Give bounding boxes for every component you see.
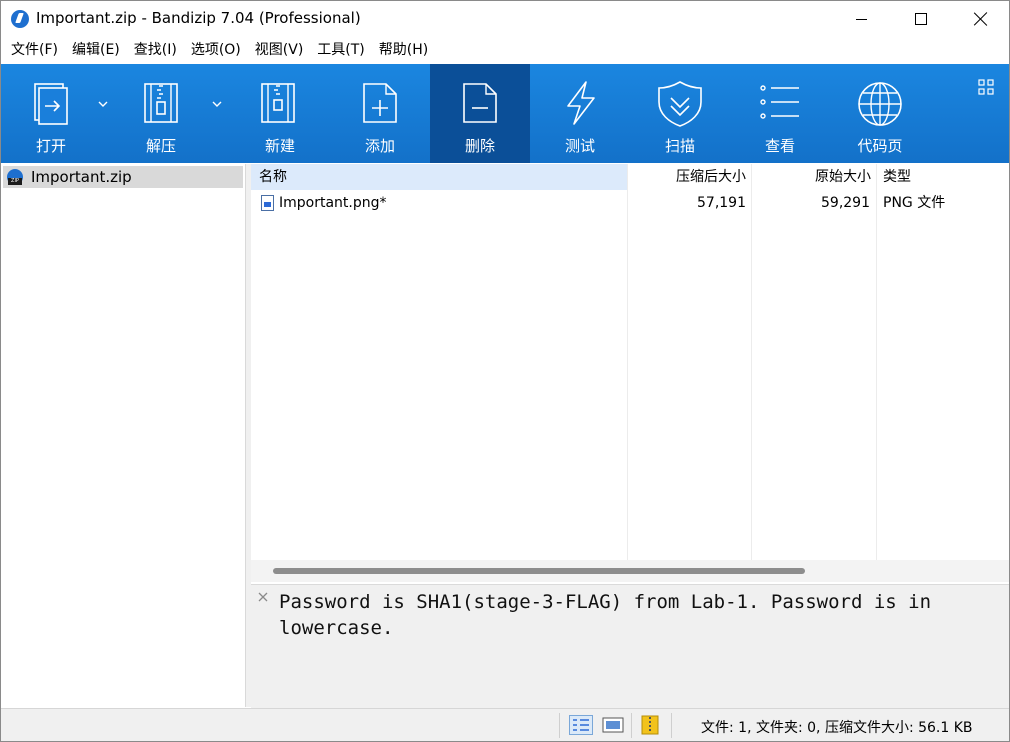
open-icon (34, 83, 68, 125)
tree-item-archive[interactable]: ZIP Important.zip (3, 166, 243, 188)
zip-badge: ZIP (8, 178, 22, 185)
archive-comment-panel: Password is SHA1(stage-3-FLAG) from Lab-… (251, 584, 1009, 708)
new-archive-label: 新建 (264, 137, 295, 155)
menu-file[interactable]: 文件(F) (4, 37, 65, 64)
menu-help[interactable]: 帮助(H) (372, 37, 435, 64)
new-archive-button[interactable]: 新建 (230, 64, 330, 163)
column-header-name[interactable]: 名称 (251, 164, 627, 190)
column-header-original-size[interactable]: 原始大小 (752, 164, 876, 190)
column-divider (627, 164, 628, 560)
minimize-icon (855, 18, 867, 20)
open-label: 打开 (35, 137, 66, 155)
open-dropdown-chevron-icon[interactable] (97, 98, 109, 110)
title-bar: Important.zip - Bandizip 7.04 (Professio… (1, 1, 1009, 37)
menu-find[interactable]: 查找(I) (127, 37, 184, 64)
status-divider (631, 713, 632, 738)
archive-tree: ZIP Important.zip (1, 164, 246, 707)
menu-edit[interactable]: 编辑(E) (65, 37, 127, 64)
codepage-label: 代码页 (857, 137, 903, 155)
bandizip-app-icon (11, 10, 29, 28)
details-view-icon[interactable] (569, 715, 593, 735)
add-file-icon (363, 83, 397, 123)
lightning-icon (567, 81, 595, 125)
file-packed-size: 57,191 (697, 195, 746, 211)
maximize-button[interactable] (893, 1, 949, 37)
toolbar: 打开 解压 新建 添加 删除 测试 扫描 查看 代码页 (1, 64, 1009, 163)
bandizip-window: Important.zip - Bandizip 7.04 (Professio… (0, 0, 1010, 742)
list-view-icon (760, 85, 799, 119)
new-archive-icon (261, 83, 295, 123)
scrollbar-thumb[interactable] (273, 568, 805, 574)
horizontal-scrollbar[interactable] (251, 560, 1009, 582)
view-button[interactable]: 查看 (730, 64, 830, 163)
globe-icon (858, 82, 902, 126)
menu-bar: 文件(F) 编辑(E) 查找(I) 选项(O) 视图(V) 工具(T) 帮助(H… (1, 37, 1009, 64)
test-button[interactable]: 测试 (530, 64, 630, 163)
tree-item-label: Important.zip (31, 168, 132, 186)
column-header-type[interactable]: 类型 (877, 164, 1009, 190)
status-summary: 文件: 1, 文件夹: 0, 压缩文件大小: 56.1 KB (701, 720, 973, 736)
extract-label: 解压 (145, 137, 176, 155)
scan-label: 扫描 (664, 137, 695, 155)
scan-button[interactable]: 扫描 (630, 64, 730, 163)
column-divider (876, 164, 877, 560)
extract-dropdown-chevron-icon[interactable] (211, 98, 223, 110)
close-comment-icon[interactable] (257, 591, 269, 603)
status-divider (671, 713, 672, 738)
delete-file-icon (463, 83, 497, 123)
thumbnail-view-icon[interactable] (601, 715, 625, 735)
add-button[interactable]: 添加 (330, 64, 430, 163)
status-divider (559, 713, 560, 738)
window-title: Important.zip - Bandizip 7.04 (Professio… (36, 9, 361, 27)
maximize-icon (915, 13, 927, 25)
close-button[interactable] (953, 1, 1009, 37)
delete-label: 删除 (464, 137, 495, 155)
archive-comment-text: Password is SHA1(stage-3-FLAG) from Lab-… (279, 591, 932, 639)
file-list-header: 名称 压缩后大小 原始大小 类型 (251, 164, 1009, 190)
view-label: 查看 (764, 137, 795, 155)
delete-button[interactable]: 删除 (430, 64, 530, 163)
layout-grid-icon[interactable] (978, 79, 994, 95)
open-button[interactable]: 打开 (1, 64, 101, 163)
table-row[interactable]: Important.png* 57,191 59,291 PNG 文件 (251, 191, 1009, 215)
close-icon (974, 12, 988, 26)
column-header-packed-size[interactable]: 压缩后大小 (628, 164, 751, 190)
status-bar: 文件: 1, 文件夹: 0, 压缩文件大小: 56.1 KB (1, 708, 1009, 741)
test-label: 测试 (564, 137, 595, 155)
menu-tools[interactable]: 工具(T) (310, 37, 371, 64)
file-list: 名称 压缩后大小 原始大小 类型 Important.png* 57,191 5… (251, 164, 1009, 582)
archive-info-icon[interactable] (639, 715, 663, 735)
shield-icon (658, 81, 702, 127)
minimize-button[interactable] (833, 1, 889, 37)
image-file-icon (261, 195, 274, 211)
extract-icon (144, 83, 178, 123)
add-label: 添加 (364, 137, 395, 155)
file-type: PNG 文件 (883, 195, 946, 211)
file-original-size: 59,291 (821, 195, 870, 211)
zip-archive-icon: ZIP (7, 169, 23, 185)
file-name: Important.png* (279, 195, 387, 211)
extract-button[interactable]: 解压 (111, 64, 211, 163)
menu-options[interactable]: 选项(O) (184, 37, 248, 64)
menu-view[interactable]: 视图(V) (248, 37, 311, 64)
column-divider (751, 164, 752, 560)
codepage-button[interactable]: 代码页 (830, 64, 930, 163)
